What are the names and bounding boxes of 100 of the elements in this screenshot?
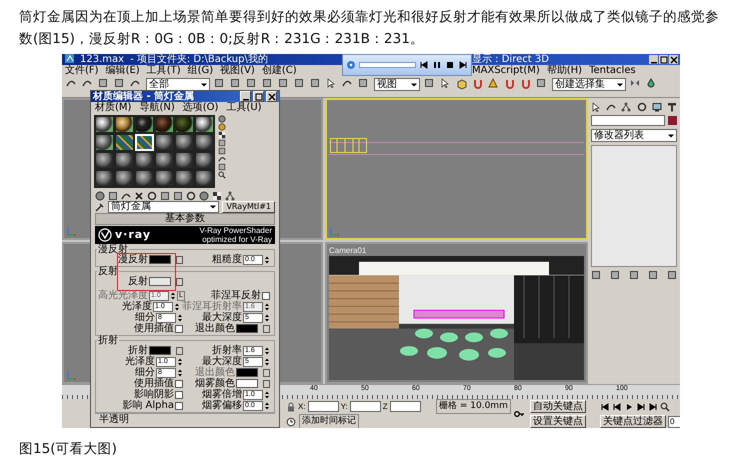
checkbox[interactable] <box>175 390 183 398</box>
menu-item[interactable]: 编辑(E) <box>106 65 140 76</box>
modifier-dropdown[interactable]: 修改器列表 <box>591 129 677 142</box>
color-swatch[interactable] <box>236 379 258 388</box>
square-icon[interactable] <box>310 78 322 90</box>
spinner-arrows-icon[interactable] <box>264 356 270 366</box>
checkbox[interactable] <box>175 380 183 388</box>
menu-item[interactable]: 帮助(H) <box>546 65 582 76</box>
spinner-arrows-icon[interactable] <box>170 290 176 300</box>
set-key-button[interactable]: 设置关键点 <box>530 415 586 428</box>
material-sample-slot[interactable] <box>155 170 174 187</box>
material-sample-slot[interactable] <box>155 152 174 169</box>
minimize-icon[interactable] <box>240 91 251 102</box>
rollout-header[interactable]: 半透明 <box>95 413 275 426</box>
object-color-swatch[interactable] <box>668 116 677 125</box>
color-swatch[interactable] <box>236 324 258 333</box>
spinner-arrows-icon[interactable] <box>264 254 270 264</box>
menu-item[interactable]: 组(G) <box>188 65 214 76</box>
square-icon[interactable] <box>648 270 658 280</box>
spinner-arrows-icon[interactable] <box>264 312 270 322</box>
square-icon[interactable] <box>230 78 242 90</box>
material-sample-slot[interactable] <box>195 116 214 133</box>
checkbox[interactable] <box>175 402 183 410</box>
material-sample-slot[interactable] <box>195 152 214 169</box>
magnet-icon[interactable] <box>520 78 532 90</box>
material-sample-slot[interactable] <box>95 134 114 151</box>
next-icon[interactable] <box>648 402 658 412</box>
square-icon[interactable] <box>98 78 110 90</box>
square-icon[interactable] <box>610 270 620 280</box>
disc-icon[interactable] <box>346 60 356 70</box>
square-icon[interactable] <box>108 190 118 200</box>
lock-icon[interactable] <box>286 402 296 412</box>
spinner-arrows-icon[interactable] <box>174 302 180 312</box>
key-icon[interactable] <box>514 409 526 419</box>
material-sample-slot[interactable] <box>115 152 134 169</box>
color-swatch[interactable] <box>149 255 171 264</box>
dropdown[interactable]: 创建选择集 <box>552 78 626 91</box>
monitor-icon[interactable] <box>652 102 662 112</box>
close-icon[interactable] <box>669 55 678 64</box>
next-icon[interactable] <box>458 60 468 70</box>
coordinate-field[interactable] <box>390 401 421 412</box>
time-tag-button[interactable]: 添加时间标记 <box>299 414 359 428</box>
checker-icon[interactable] <box>218 131 226 139</box>
next-icon[interactable] <box>636 402 646 412</box>
square-icon[interactable] <box>218 147 226 155</box>
spinner-arrows-icon[interactable] <box>177 368 183 378</box>
material-sample-slot[interactable] <box>175 116 194 133</box>
map-button[interactable] <box>176 256 183 264</box>
curve-icon[interactable] <box>121 190 131 200</box>
menu-item[interactable]: 视图(V) <box>220 65 255 76</box>
material-sample-slot[interactable] <box>175 134 194 151</box>
stop-icon[interactable] <box>445 60 455 70</box>
spinner-arrows-icon[interactable] <box>264 400 270 410</box>
ring-icon[interactable] <box>147 190 157 200</box>
menu-item[interactable]: Tentacles <box>589 65 636 76</box>
rollout-header[interactable]: 基本参数 <box>95 213 275 225</box>
checkbox[interactable] <box>262 292 270 300</box>
square-icon[interactable] <box>218 163 226 171</box>
material-sample-slot[interactable] <box>135 116 154 133</box>
tree-icon[interactable] <box>225 190 235 200</box>
material-sample-slot[interactable] <box>175 152 194 169</box>
magnet-icon[interactable] <box>472 78 484 90</box>
hammer-icon[interactable] <box>666 102 677 112</box>
color-swatch[interactable] <box>149 277 171 286</box>
curve-icon[interactable] <box>218 155 226 163</box>
material-sample-slot[interactable] <box>95 152 114 169</box>
menu-item[interactable]: 选项(O) <box>182 102 218 113</box>
hierarchy-icon[interactable] <box>621 102 632 112</box>
square-icon[interactable] <box>667 270 677 280</box>
square-icon[interactable] <box>218 139 226 147</box>
dropdown[interactable]: 视图 <box>374 78 420 91</box>
object-name-field[interactable] <box>591 115 665 126</box>
material-sample-slot[interactable] <box>115 134 134 151</box>
square-icon[interactable] <box>294 78 306 90</box>
magnifier-icon[interactable] <box>660 402 670 412</box>
square-icon[interactable] <box>214 78 226 90</box>
previous-icon[interactable] <box>419 60 429 70</box>
eyedropper-icon[interactable] <box>95 202 105 212</box>
square-icon[interactable] <box>591 270 601 280</box>
previous-icon[interactable] <box>600 402 610 412</box>
curve-icon[interactable] <box>606 102 616 112</box>
material-sample-slot[interactable] <box>115 170 134 187</box>
cursor-icon[interactable] <box>591 102 601 112</box>
square-icon[interactable] <box>160 190 170 200</box>
checkbox[interactable] <box>175 324 183 332</box>
maximize-icon[interactable] <box>659 55 668 64</box>
sphere-icon[interactable] <box>199 190 209 200</box>
play-icon[interactable] <box>624 402 634 412</box>
material-name-field[interactable]: 筒灯金属 <box>108 200 220 212</box>
material-type-button[interactable]: VRayMtl#1 <box>222 200 275 212</box>
square-icon[interactable] <box>262 78 274 90</box>
sphere-icon[interactable] <box>95 190 105 200</box>
square-icon[interactable] <box>358 78 370 90</box>
material-sample-slot[interactable] <box>115 116 134 133</box>
square-icon[interactable] <box>536 78 548 90</box>
minimize-icon[interactable] <box>649 55 658 64</box>
spinner-arrows-icon[interactable] <box>264 346 270 356</box>
menu-item[interactable]: 材质(M) <box>95 102 132 113</box>
ring-icon[interactable] <box>636 102 647 112</box>
cube-icon[interactable] <box>456 78 468 90</box>
